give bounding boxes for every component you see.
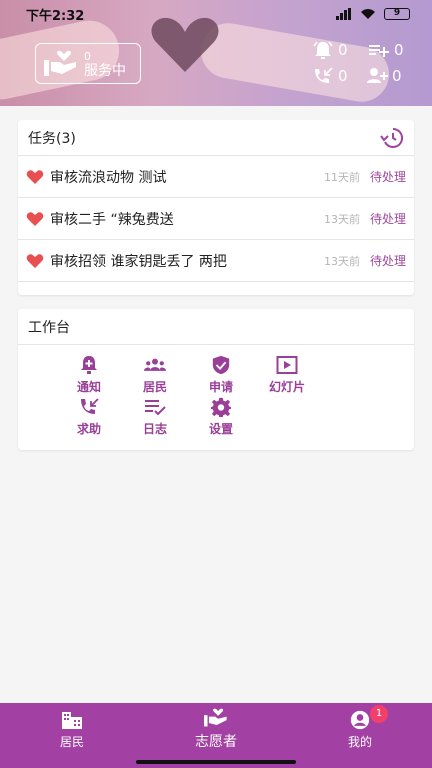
gear-icon: [211, 397, 231, 417]
workbench-card: 工作台 通知 居民 申请 幻灯片 求助 日志 设置: [18, 309, 414, 450]
workbench-item-label: 居民: [142, 380, 167, 394]
apartment-icon: [62, 711, 82, 729]
workbench-grid: 通知 居民 申请 幻灯片 求助 日志 设置: [18, 345, 368, 439]
volunteer-hand-heart-icon: [204, 708, 227, 727]
task-status: 待处理: [369, 212, 406, 226]
heart-icon: [26, 211, 44, 226]
task-card-header: 任务(3): [18, 120, 414, 156]
nav-mine-label: 我的: [347, 734, 372, 749]
service-status-button[interactable]: 0 服务中: [35, 43, 141, 84]
wifi-icon: [361, 9, 375, 19]
workbench-title: 工作台: [28, 319, 70, 336]
gesture-bar: [0, 756, 432, 768]
workbench-item-label: 申请: [208, 380, 233, 394]
header-banner: 下午2:32 9 0 服务中 0 0 0 0: [0, 0, 432, 106]
task-row[interactable]: 审核流浪动物 测试 11天前 待处理: [18, 156, 414, 198]
task-time: 13天前: [323, 212, 360, 226]
workbench-item-slideshow[interactable]: 幻灯片: [254, 355, 320, 397]
missed-call-stat[interactable]: 0: [312, 66, 348, 86]
workbench-item-log[interactable]: 日志: [122, 397, 188, 439]
alarm-bell-icon: [313, 41, 333, 59]
verified-shield-icon: [212, 355, 230, 375]
group-add-stat[interactable]: 0: [366, 66, 402, 86]
nav-volunteer-label: 志愿者: [195, 734, 237, 750]
volunteer-hand-heart-icon: [44, 50, 76, 76]
workbench-item-label: 设置: [208, 422, 233, 436]
group-add-count: 0: [392, 67, 402, 85]
task-time: 13天前: [323, 254, 360, 268]
slideshow-icon: [276, 356, 298, 374]
notification-add-icon: [81, 356, 97, 374]
missed-call-count: 0: [338, 67, 348, 85]
account-circle-icon: [350, 710, 370, 729]
status-time: 下午2:32: [26, 8, 85, 24]
history-icon[interactable]: [380, 127, 404, 149]
group-icon: [144, 358, 166, 371]
signal-icon: [336, 8, 351, 20]
call-missed-icon: [81, 398, 99, 414]
task-card-title: 任务(3): [28, 130, 76, 147]
task-title: 审核二手 “辣兔费送: [50, 211, 174, 228]
playlist-add-icon: [369, 45, 389, 57]
hand-right-decoration: [196, 18, 394, 106]
task-time: 11天前: [323, 170, 360, 184]
call-missed-icon: [315, 67, 333, 83]
alarm-stat[interactable]: 0: [312, 40, 348, 60]
group-add-icon: [367, 68, 388, 83]
playlist-add-count: 0: [394, 41, 404, 59]
workbench-item-label: 通知: [76, 380, 101, 394]
workbench-item-help[interactable]: 求助: [56, 397, 122, 439]
workbench-item-label: 幻灯片: [268, 380, 305, 394]
battery-icon: 9: [384, 8, 410, 20]
nav-mine[interactable]: 我的 1: [288, 703, 432, 756]
workbench-item-label: 求助: [76, 422, 101, 436]
task-title: 审核招领 谁家钥匙丢了 两把: [50, 253, 227, 270]
nav-residents-label: 居民: [59, 734, 84, 749]
status-bar: 下午2:32 9: [0, 0, 432, 28]
notification-badge: 1: [370, 705, 388, 723]
heart-icon: [26, 253, 44, 268]
nav-residents[interactable]: 居民: [0, 703, 144, 756]
service-count: 0: [84, 49, 91, 63]
playlist-add-stat[interactable]: 0: [368, 40, 404, 60]
task-card: 任务(3) 审核流浪动物 测试 11天前 待处理 审核二手 “辣兔费送 13天前…: [18, 120, 414, 295]
task-status: 待处理: [369, 170, 406, 184]
workbench-item-notification[interactable]: 通知: [56, 355, 122, 397]
task-title: 审核流浪动物 测试: [50, 169, 167, 186]
task-row[interactable]: 审核二手 “辣兔费送 13天前 待处理: [18, 198, 414, 240]
service-label: 服务中: [84, 62, 126, 79]
bottom-nav: 居民 志愿者 我的 1: [0, 703, 432, 756]
workbench-item-label: 日志: [142, 422, 167, 436]
home-indicator[interactable]: [136, 760, 296, 764]
alarm-count: 0: [338, 41, 348, 59]
task-status: 待处理: [369, 254, 406, 268]
workbench-item-residents[interactable]: 居民: [122, 355, 188, 397]
task-row[interactable]: 审核招领 谁家钥匙丢了 两把 13天前 待处理: [18, 240, 414, 282]
checklist-icon: [145, 400, 166, 416]
heart-icon: [26, 169, 44, 184]
nav-volunteer[interactable]: 志愿者: [144, 703, 288, 756]
workbench-header: 工作台: [18, 309, 414, 345]
workbench-item-applications[interactable]: 申请: [188, 355, 254, 397]
workbench-item-settings[interactable]: 设置: [188, 397, 254, 439]
